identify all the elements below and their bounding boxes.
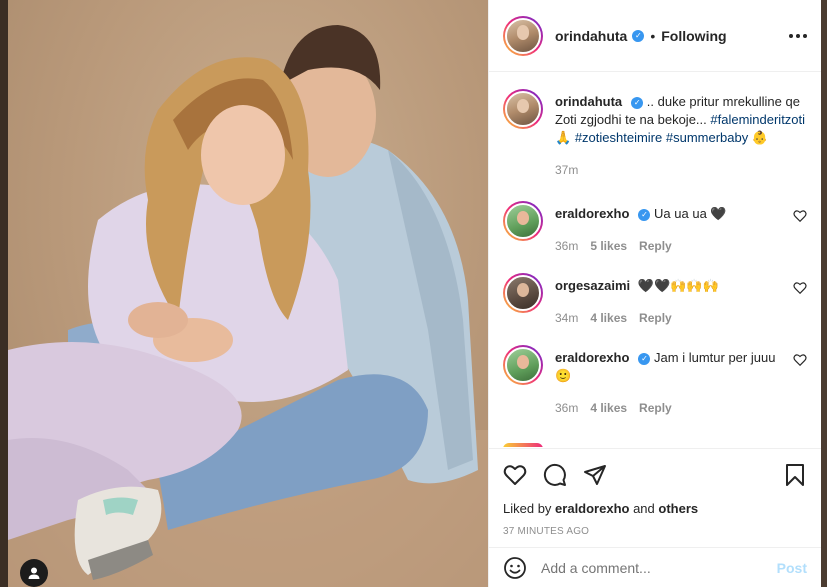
hashtag-link[interactable]: #summerbaby — [666, 130, 748, 145]
comments-list[interactable]: orindahuta ✓ .. duke pritur mrekulline qe… — [489, 73, 821, 447]
comment-text: 🖤🖤🙌🙌🙌 — [637, 278, 719, 293]
comment-time[interactable]: 36m — [555, 399, 578, 417]
author-avatar[interactable] — [503, 15, 543, 56]
comment-item: eraldorexho ✓ Jam i lumtur per juuu 🙂 36m… — [503, 345, 807, 417]
verified-badge-icon: ✓ — [638, 352, 651, 365]
comment-like-heart-icon[interactable] — [793, 353, 807, 367]
next-comment-avatar-peek — [503, 443, 543, 447]
likes-prefix: Liked by — [503, 501, 556, 516]
hashtag-link[interactable]: #zotieshteimire — [575, 130, 662, 145]
caption-author-avatar[interactable] — [503, 89, 543, 129]
comment-input[interactable] — [541, 559, 777, 576]
couple-photo-illustration — [8, 25, 488, 587]
comment-time[interactable]: 36m — [555, 237, 578, 255]
liked-by-others-link[interactable]: others — [658, 501, 698, 516]
commenter-avatar[interactable] — [503, 345, 543, 385]
comment-likes[interactable]: 4 likes — [590, 309, 627, 327]
comment-like-heart-icon[interactable] — [793, 209, 807, 223]
reply-button[interactable]: Reply — [639, 309, 672, 327]
hashtag-link[interactable]: #faleminderitzoti — [710, 112, 805, 127]
like-heart-icon[interactable] — [503, 463, 527, 487]
caption-author-username[interactable]: orindahuta — [555, 94, 622, 109]
comment-like-heart-icon[interactable] — [793, 281, 807, 295]
caption-emoji: 🙏 — [555, 130, 572, 145]
header-separator: • — [650, 27, 656, 44]
backdrop-edge-left — [0, 0, 8, 587]
verified-badge-icon: ✓ — [638, 208, 651, 221]
commenter-avatar[interactable] — [503, 201, 543, 241]
backdrop-edge-right — [821, 0, 827, 587]
comment-item: orgesazaimi 🖤🖤🙌🙌🙌 34m 4 likes Reply — [503, 273, 807, 327]
verified-badge-icon: ✓ — [631, 96, 644, 109]
share-send-icon[interactable] — [583, 463, 607, 487]
verified-badge-icon: ✓ — [632, 29, 645, 42]
post-caption: orindahuta ✓ .. duke pritur mrekulline qe… — [503, 89, 807, 179]
more-options-icon[interactable] — [789, 33, 807, 38]
post-photo[interactable] — [8, 0, 488, 587]
post-side-panel: orindahuta ✓ • Following orindahuta ✓ .. … — [488, 0, 821, 587]
caption-time[interactable]: 37m — [555, 161, 578, 179]
commenter-avatar[interactable] — [503, 273, 543, 313]
comment-likes[interactable]: 4 likes — [590, 399, 627, 417]
post-timestamp[interactable]: 37 MINUTES AGO — [503, 526, 807, 537]
comment-time[interactable]: 34m — [555, 309, 578, 327]
emoji-smiley-icon[interactable] — [503, 556, 527, 580]
reply-button[interactable]: Reply — [639, 399, 672, 417]
commenter-username[interactable]: eraldorexho — [555, 206, 629, 221]
user-icon — [28, 567, 40, 579]
author-username[interactable]: orindahuta — [555, 28, 627, 44]
post-comment-button[interactable]: Post — [777, 560, 807, 576]
reply-button[interactable]: Reply — [639, 237, 672, 255]
likes-middle: and — [629, 501, 659, 516]
commenter-username[interactable]: eraldorexho — [555, 350, 629, 365]
caption-emoji: 👶 — [751, 130, 769, 145]
likes-summary: Liked by eraldorexho and others — [503, 501, 807, 516]
comment-item: eraldorexho ✓ Ua ua ua 🖤 36m 5 likes Repl… — [503, 201, 807, 255]
comment-likes[interactable]: 5 likes — [590, 237, 627, 255]
following-button[interactable]: Following — [661, 28, 726, 44]
save-bookmark-icon[interactable] — [783, 463, 807, 487]
tagged-users-button[interactable] — [20, 559, 48, 587]
add-comment-bar: Post — [489, 547, 821, 587]
liked-by-user-link[interactable]: eraldorexho — [555, 501, 629, 516]
post-actions: Liked by eraldorexho and others 37 MINUT… — [489, 448, 821, 537]
comment-text: Ua ua ua 🖤 — [654, 206, 727, 221]
commenter-username[interactable]: orgesazaimi — [555, 278, 630, 293]
post-header: orindahuta ✓ • Following — [489, 0, 821, 72]
comment-bubble-icon[interactable] — [543, 463, 567, 487]
